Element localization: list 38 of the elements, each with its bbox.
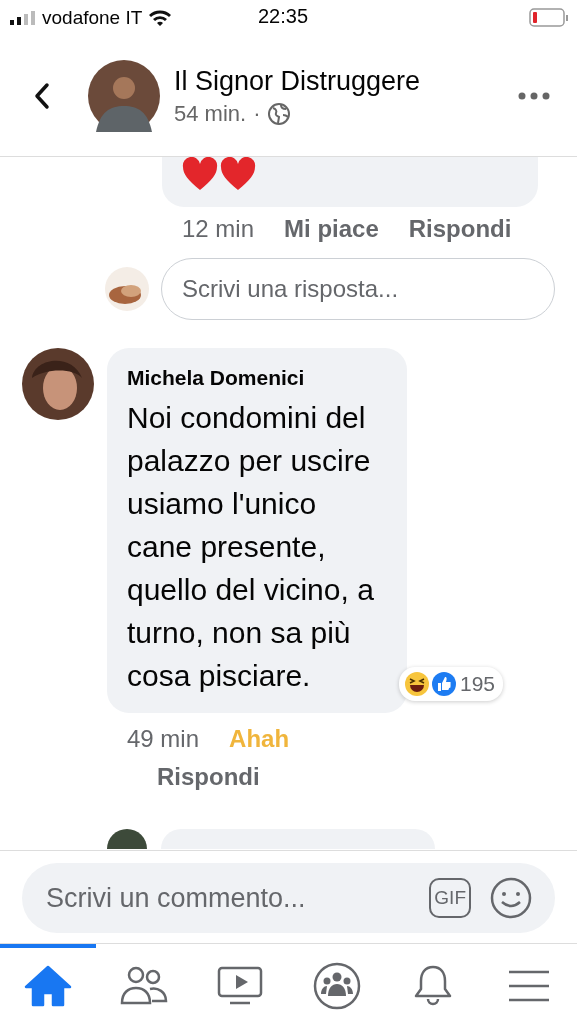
- post-time: 54 min.: [174, 100, 247, 127]
- heart-icon: [220, 157, 256, 191]
- commenter-avatar[interactable]: [22, 348, 94, 420]
- menu-icon: [507, 969, 550, 1003]
- smiley-icon[interactable]: [489, 876, 533, 920]
- battery-icon: [529, 8, 569, 28]
- back-icon[interactable]: [34, 82, 50, 110]
- reply-field[interactable]: Scrivi una risposta...: [161, 258, 555, 320]
- globe-icon: [267, 101, 292, 126]
- people-icon: [120, 965, 169, 1007]
- comment-field[interactable]: Scrivi un commento... GIF: [22, 863, 555, 933]
- gif-button[interactable]: GIF: [429, 878, 471, 918]
- laugh-face-icon: [404, 671, 430, 697]
- video-icon: [216, 965, 265, 1007]
- commenter-name[interactable]: Michela Domenici: [127, 366, 382, 390]
- signal-icon: [10, 11, 36, 25]
- groups-icon: [312, 962, 361, 1010]
- reaction-summary[interactable]: 195: [399, 667, 504, 701]
- clock-time: 22:35: [258, 5, 309, 28]
- home-icon: [24, 965, 73, 1007]
- reply-link[interactable]: Rispondi: [157, 763, 407, 791]
- comment-time: 49 min: [127, 725, 200, 753]
- page-title[interactable]: Il Signor Distruggere: [174, 65, 421, 97]
- more-icon[interactable]: [518, 92, 550, 100]
- comment-action-link[interactable]: Rispondi: [408, 215, 512, 243]
- comment-text: Noi condomini del palazzo per uscire usiamo l'unico cane presente, quello del vicino, a turno, non sa più cosa pisciare.: [127, 400, 375, 694]
- user-avatar: [105, 267, 149, 311]
- reaction-count: 195: [460, 672, 496, 696]
- bell-icon: [412, 964, 453, 1008]
- heart-icon: [182, 157, 218, 191]
- profile-avatar[interactable]: [88, 60, 160, 132]
- comment-time: 12 min: [182, 215, 255, 243]
- separator-dot: ·: [253, 100, 261, 127]
- carrier-name: vodafone IT: [42, 7, 143, 29]
- commenter-avatar[interactable]: [107, 829, 147, 849]
- comment-action-link[interactable]: Mi piace: [284, 215, 379, 243]
- wifi-icon: [148, 9, 173, 27]
- thumbs-up-icon: [431, 671, 457, 697]
